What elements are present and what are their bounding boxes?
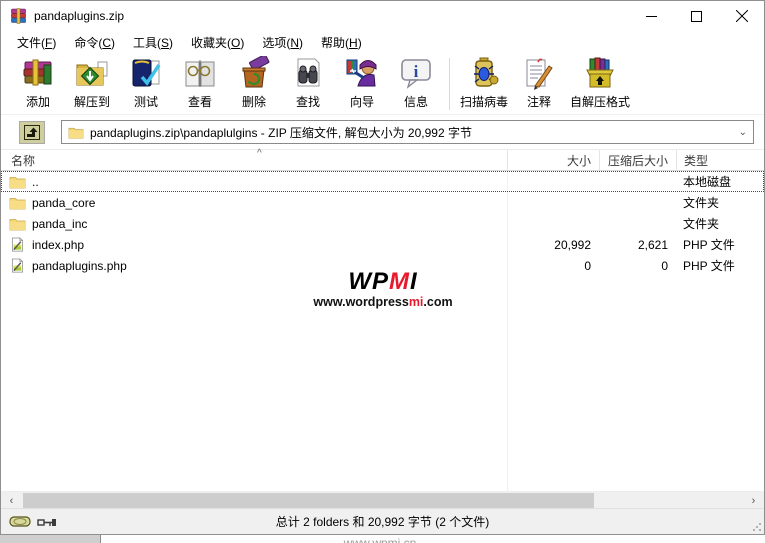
minimize-button[interactable] [629,1,674,31]
virus-scan-button[interactable]: 扫描病毒 [456,56,512,110]
virus-scan-icon [466,56,502,92]
table-row[interactable]: panda_inc 文件夹 [1,213,764,234]
file-size: 20,992 [507,238,599,252]
menubar: 文件(F) 命令(C) 工具(S) 收藏夹(O) 选项(N) 帮助(H) [1,31,764,53]
file-name: panda_inc [32,217,87,231]
sfx-button[interactable]: 自解压格式 [566,56,634,110]
file-type: PHP 文件 [676,257,764,274]
winrar-app-icon [10,8,28,24]
wizard-button[interactable]: 向导 [335,56,389,110]
php-file-icon [9,237,26,252]
find-button[interactable]: 查找 [281,56,335,110]
delete-icon [236,56,272,92]
test-button[interactable]: 测试 [119,56,173,110]
menu-options[interactable]: 选项(N) [253,32,312,53]
comment-button[interactable]: 注释 [512,56,566,110]
column-header-type[interactable]: 类型 [676,150,764,170]
add-button[interactable]: 添加 [11,56,65,110]
address-row: pandaplugins.zip\pandaplulgins - ZIP 压缩文… [1,115,764,149]
table-row[interactable]: panda_core 文件夹 [1,192,764,213]
watermark: WPMI www.wordpressmi.com [309,269,457,323]
file-type: 本地磁盘 [676,173,764,190]
folder-icon [9,195,26,210]
close-icon [736,10,748,22]
file-list: .. 本地磁盘 panda_core 文件夹 panda_inc 文件夹 [1,171,764,491]
close-button[interactable] [719,1,764,31]
column-header-size[interactable]: 大小 [507,150,599,170]
window-title: pandaplugins.zip [34,9,629,23]
table-row[interactable]: .. 本地磁盘 [1,171,764,192]
toolbar-separator [449,58,450,110]
background-page-strip: www.wpmi.cn [0,535,765,543]
php-file-icon [9,258,26,273]
list-header: 名称 大小 压缩后大小 类型 ^ [1,149,764,171]
file-name: index.php [32,238,84,252]
extract-to-button[interactable]: 解压到 [65,56,119,110]
view-button[interactable]: 查看 [173,56,227,110]
folder-icon [9,216,26,231]
watermark-url: www.wordpressmi.com [309,295,457,309]
file-packed-size: 2,621 [599,238,676,252]
sfx-icon [582,56,618,92]
file-type: 文件夹 [676,194,764,211]
extract-to-icon [74,56,110,92]
archive-path-combobox[interactable]: pandaplugins.zip\pandaplulgins - ZIP 压缩文… [61,120,754,144]
folder-icon [68,125,84,139]
maximize-icon [691,11,702,22]
wizard-icon [344,56,380,92]
sort-indicator-icon: ^ [257,148,262,159]
file-size: 0 [507,259,599,273]
file-type: 文件夹 [676,215,764,232]
menu-favorites[interactable]: 收藏夹(O) [182,32,253,53]
folder-up-icon [24,125,40,140]
scrollbar-thumb[interactable] [23,493,594,508]
scroll-left-icon[interactable]: ‹ [3,492,20,509]
key-icon[interactable] [37,516,57,528]
background-site-text: www.wpmi.cn [300,536,460,543]
find-icon [290,56,326,92]
titlebar[interactable]: pandaplugins.zip [1,1,764,31]
winrar-window: pandaplugins.zip 文件(F) 命令(C) 工具(S) 收藏夹(O… [0,0,765,535]
delete-button[interactable]: 删除 [227,56,281,110]
toolbar: 添加 解压到 测试 [1,53,764,115]
statusbar: 总计 2 folders 和 20,992 字节 (2 个文件) [1,508,764,534]
background-page-margin [0,535,101,543]
horizontal-scrollbar[interactable]: ‹ › [1,491,764,508]
svg-text:i: i [414,62,419,81]
watermark-logo: WPMI [309,269,457,295]
scroll-right-icon[interactable]: › [745,492,762,509]
test-archive-icon [128,56,164,92]
menu-file[interactable]: 文件(F) [8,32,65,53]
file-name: .. [32,175,39,189]
maximize-button[interactable] [674,1,719,31]
drive-icon[interactable] [9,514,31,529]
menu-commands[interactable]: 命令(C) [65,32,124,53]
chevron-down-icon[interactable]: ⌄ [739,128,747,138]
info-icon: i [398,56,434,92]
view-file-icon [182,56,218,92]
file-name: panda_core [32,196,95,210]
table-row[interactable]: index.php 20,992 2,621 PHP 文件 [1,234,764,255]
comment-icon [521,56,557,92]
archive-path-text: pandaplugins.zip\pandaplulgins - ZIP 压缩文… [90,124,472,141]
menu-tools[interactable]: 工具(S) [124,32,182,53]
status-total-text: 总计 2 folders 和 20,992 字节 (2 个文件) [181,513,584,530]
file-name: pandaplugins.php [32,259,127,273]
column-header-packed[interactable]: 压缩后大小 [599,150,676,170]
minimize-icon [646,11,657,22]
up-one-level-button[interactable] [19,121,45,144]
file-packed-size: 0 [599,259,676,273]
folder-icon [9,174,26,189]
add-archive-icon [20,56,56,92]
info-button[interactable]: i 信息 [389,56,443,110]
file-type: PHP 文件 [676,236,764,253]
menu-help[interactable]: 帮助(H) [312,32,371,53]
resize-grip[interactable] [752,522,762,532]
column-header-name[interactable]: 名称 [1,152,507,169]
